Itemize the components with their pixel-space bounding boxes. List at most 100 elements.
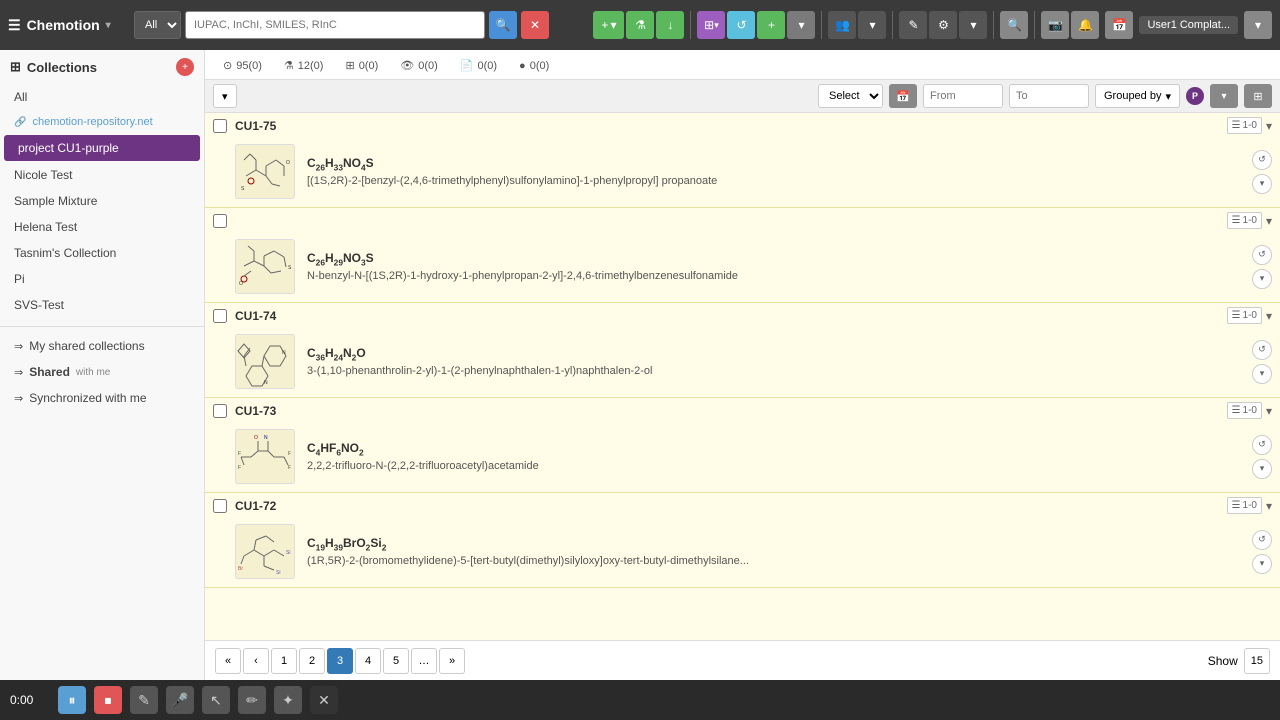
bell-button[interactable]: 🔔	[1071, 11, 1099, 39]
user-dropdown[interactable]: ▾	[1244, 11, 1272, 39]
tab-reactions[interactable]: ⚗ 12(0)	[274, 54, 334, 79]
sidebar-item-shared-with-me[interactable]: ⇒ Shared with me	[0, 359, 204, 385]
sample-count-cu174[interactable]: ☰ 1-0	[1227, 307, 1262, 324]
dropdown-button[interactable]: ▾	[787, 11, 815, 39]
create-sample-button[interactable]: + ▾	[593, 11, 624, 39]
brand-logo[interactable]: ☰ Chemotion ▾	[8, 17, 128, 34]
sample-count-cu173[interactable]: ☰ 1-0	[1227, 402, 1262, 419]
avatar-dropdown[interactable]: ▾	[1210, 84, 1238, 108]
sample-count-cu175[interactable]: ☰ 1-0	[1227, 117, 1262, 134]
calendar-filter-button[interactable]: 📅	[889, 84, 917, 108]
filter-dropdown-button[interactable]: ▾	[213, 84, 237, 108]
sidebar-item-project[interactable]: project CU1-purple	[4, 135, 200, 161]
sample-count-cu175b[interactable]: ☰ 1-0	[1227, 212, 1262, 229]
sidebar-item-nicole[interactable]: Nicole Test	[0, 162, 204, 188]
tab-wellplates[interactable]: ⊞ 0(0)	[335, 54, 388, 79]
sample-checkbox-cu174[interactable]	[213, 309, 227, 323]
pagination-first[interactable]: «	[215, 648, 241, 674]
expand-icon-cu173[interactable]: ▾	[1252, 459, 1272, 479]
sample-checkbox-cu173[interactable]	[213, 404, 227, 418]
edit-button[interactable]: ✎	[899, 11, 927, 39]
user-badge[interactable]: User1 Complat...	[1139, 16, 1238, 34]
close-toolbar-button[interactable]: ✕	[310, 686, 338, 714]
page-2-button[interactable]: 2	[299, 648, 325, 674]
mic-button[interactable]: 🎤	[166, 686, 194, 714]
content-area: ⊙ 95(0) ⚗ 12(0) ⊞ 0(0) 👁 0(0) 📄 0(0) ● 0	[205, 50, 1280, 680]
filter-button[interactable]: ⊞▾	[697, 11, 725, 39]
cursor-button[interactable]: ↖	[202, 686, 230, 714]
tab-research-plans[interactable]: 📄 0(0)	[450, 54, 507, 79]
chevron-down-icon-cu172[interactable]: ▾	[1266, 499, 1272, 513]
tab-others[interactable]: ● 0(0)	[509, 55, 559, 79]
search2-button[interactable]: 🔍	[1000, 11, 1028, 39]
import-button[interactable]: ↓	[656, 11, 684, 39]
stop-button[interactable]: ⏹	[94, 686, 122, 714]
settings-dropdown[interactable]: ▾	[959, 11, 987, 39]
expand-icon-cu172[interactable]: ▾	[1252, 554, 1272, 574]
refresh-icon-cu172[interactable]: ↺	[1252, 530, 1272, 550]
tab-samples[interactable]: ⊙ 95(0)	[213, 54, 272, 79]
pagination-prev[interactable]: ‹	[243, 648, 269, 674]
sample-count-cu172[interactable]: ☰ 1-0	[1227, 497, 1262, 514]
shape-button[interactable]: ✦	[274, 686, 302, 714]
cycle-button[interactable]: ↺	[727, 11, 755, 39]
show-count-button[interactable]: 15	[1244, 648, 1270, 674]
sidebar-item-helena[interactable]: Helena Test	[0, 214, 204, 240]
sidebar-item-all[interactable]: All	[0, 84, 204, 110]
search-input[interactable]	[185, 11, 485, 39]
sample-checkbox-cu172[interactable]	[213, 499, 227, 513]
pen-button[interactable]: ✏	[238, 686, 266, 714]
sidebar-item-my-shared[interactable]: ⇒ My shared collections	[0, 333, 204, 359]
page-4-button[interactable]: 4	[355, 648, 381, 674]
settings-btn[interactable]: ⚙	[929, 11, 957, 39]
sample-checkbox-cu175b[interactable]	[213, 214, 227, 228]
sidebar-item-sample-mixture[interactable]: Sample Mixture	[0, 188, 204, 214]
chevron-down-icon-cu173[interactable]: ▾	[1266, 404, 1272, 418]
tab-screens[interactable]: 👁 0(0)	[390, 54, 448, 79]
search-scope-select[interactable]: All	[134, 11, 181, 39]
refresh-icon-cu174[interactable]: ↺	[1252, 340, 1272, 360]
expand-icon-cu175b[interactable]: ▾	[1252, 269, 1272, 289]
sidebar-add-button[interactable]: +	[176, 58, 194, 76]
page-3-button[interactable]: 3	[327, 648, 353, 674]
top-navbar: ☰ Chemotion ▾ All 🔍 ✕ + ▾ ⚗ ↓ ⊞▾ ↺ + ▾ 👥…	[0, 0, 1280, 50]
user-avatar[interactable]: P	[1186, 87, 1204, 105]
sidebar-item-svs[interactable]: SVS-Test	[0, 292, 204, 318]
hamburger-icon[interactable]: ☰	[8, 17, 21, 34]
camera-button[interactable]: 📷	[1041, 11, 1069, 39]
refresh-icon-cu173[interactable]: ↺	[1252, 435, 1272, 455]
page-1-button[interactable]: 1	[271, 648, 297, 674]
sidebar-item-pi[interactable]: Pi	[0, 266, 204, 292]
chevron-down-icon-cu174[interactable]: ▾	[1266, 309, 1272, 323]
refresh-icon-cu175[interactable]: ↺	[1252, 150, 1272, 170]
grouped-by-button[interactable]: Grouped by ▾	[1095, 84, 1180, 108]
refresh-icon-cu175b[interactable]: ↺	[1252, 245, 1272, 265]
annotate-button[interactable]: ✎	[130, 686, 158, 714]
expand-icon-cu175[interactable]: ▾	[1252, 174, 1272, 194]
view-toggle-button[interactable]: ⊞	[1244, 84, 1272, 108]
sample-checkbox-cu175[interactable]	[213, 119, 227, 133]
search-button[interactable]: 🔍	[489, 11, 517, 39]
sidebar-item-repo[interactable]: 🔗 chemotion-repository.net	[0, 110, 204, 134]
chevron-down-icon-cu175b[interactable]: ▾	[1266, 214, 1272, 228]
user-mgmt-button[interactable]: 👥	[828, 11, 856, 39]
calendar-button[interactable]: 📅	[1105, 11, 1133, 39]
select-filter[interactable]: Select	[818, 84, 883, 108]
sidebar-item-tasnim[interactable]: Tasnim's Collection	[0, 240, 204, 266]
molecule-svg-cu175: S O	[236, 146, 294, 198]
from-date-input[interactable]	[923, 84, 1003, 108]
expand-icon-cu174[interactable]: ▾	[1252, 364, 1272, 384]
user-mgmt-dropdown[interactable]: ▾	[858, 11, 886, 39]
play-pause-button[interactable]: ⏸	[58, 686, 86, 714]
sidebar-item-synchronized[interactable]: ⇒ Synchronized with me	[0, 385, 204, 411]
chevron-down-icon-cu175[interactable]: ▾	[1266, 119, 1272, 133]
to-date-input[interactable]	[1009, 84, 1089, 108]
pagination-last[interactable]: »	[439, 648, 465, 674]
page-5-button[interactable]: 5	[383, 648, 409, 674]
brand-arrow[interactable]: ▾	[106, 20, 111, 31]
add-plus-button[interactable]: +	[757, 11, 785, 39]
page-ellipsis[interactable]: …	[411, 648, 437, 674]
sample-body-cu172: Si Br Si C19H39BrO2Si2 (1R,5R)-2-(bromom…	[205, 518, 1280, 587]
create-reaction-button[interactable]: ⚗	[626, 11, 654, 39]
clear-search-button[interactable]: ✕	[521, 11, 549, 39]
